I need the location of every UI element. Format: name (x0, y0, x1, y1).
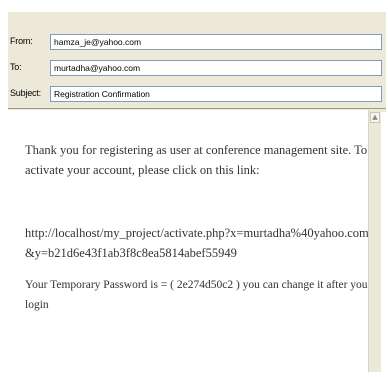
vertical-scrollbar[interactable]: ▲ (368, 110, 381, 372)
from-label: From: (10, 36, 33, 46)
header-divider (8, 108, 386, 109)
to-row: To: murtadha@yahoo.com (8, 58, 386, 80)
to-label: To: (10, 62, 22, 72)
subject-label: Subject: (10, 88, 41, 98)
subject-row: Subject: Registration Confirmation (8, 84, 386, 106)
subject-field[interactable]: Registration Confirmation (50, 86, 382, 102)
message-body[interactable]: Thank you for registering as user at con… (8, 110, 381, 372)
email-window: From: hamza_je@yahoo.com To: murtadha@ya… (0, 0, 388, 377)
email-header: From: hamza_je@yahoo.com To: murtadha@ya… (8, 12, 386, 112)
to-field[interactable]: murtadha@yahoo.com (50, 60, 382, 76)
message-paragraph-password: Your Temporary Password is = ( 2e274d50c… (25, 279, 368, 311)
from-field[interactable]: hamza_je@yahoo.com (50, 34, 382, 50)
from-row: From: hamza_je@yahoo.com (8, 32, 386, 54)
chevron-up-icon[interactable]: ▲ (370, 112, 380, 123)
message-paragraph-thanks: Thank you for registering as user at con… (25, 143, 368, 177)
activation-link[interactable]: http://localhost/my_project/activate.php… (25, 223, 370, 263)
